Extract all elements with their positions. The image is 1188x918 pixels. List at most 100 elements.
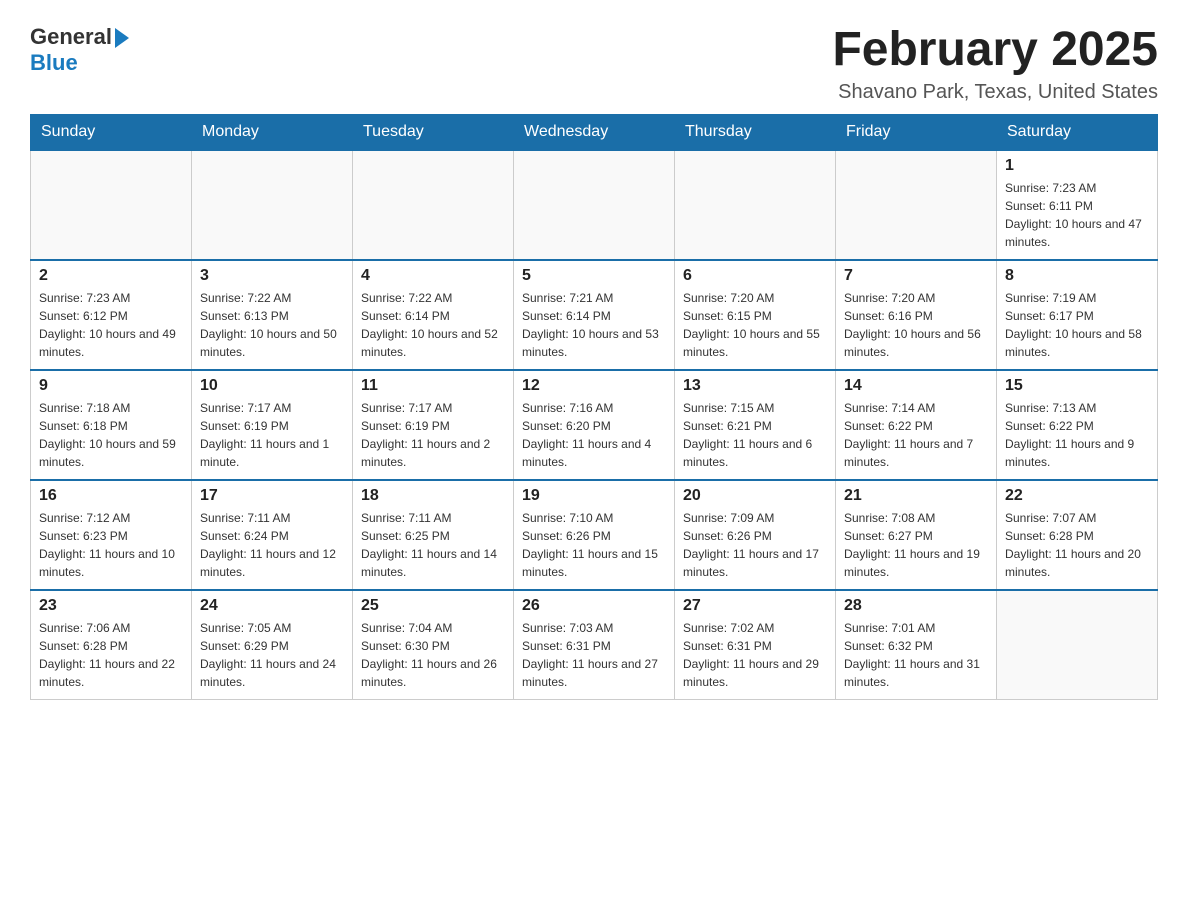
day-info: Sunrise: 7:07 AM Sunset: 6:28 PM Dayligh… xyxy=(1005,509,1149,581)
logo-general-text: General xyxy=(30,24,112,50)
calendar-cell: 10 Sunrise: 7:17 AM Sunset: 6:19 PM Dayli… xyxy=(192,370,353,480)
day-info: Sunrise: 7:02 AM Sunset: 6:31 PM Dayligh… xyxy=(683,619,827,691)
calendar-cell: 12Sunrise: 7:16 AM Sunset: 6:20 PM Dayli… xyxy=(514,370,675,480)
day-info: Sunrise: 7:23 AM Sunset: 6:12 PM Dayligh… xyxy=(39,289,183,361)
calendar-cell xyxy=(997,590,1158,700)
calendar-day-header: Thursday xyxy=(675,114,836,150)
day-number: 5 xyxy=(522,267,666,285)
calendar-cell: 9 Sunrise: 7:18 AM Sunset: 6:18 PM Daylig… xyxy=(31,370,192,480)
day-number: 14 xyxy=(844,377,988,395)
day-number: 26 xyxy=(522,597,666,615)
page-header: General Blue February 2025 Shavano Park,… xyxy=(30,24,1158,104)
calendar-cell: 17 Sunrise: 7:11 AM Sunset: 6:24 PM Dayli… xyxy=(192,480,353,590)
day-info: Sunrise: 7:01 AM Sunset: 6:32 PM Dayligh… xyxy=(844,619,988,691)
day-info: Sunrise: 7:06 AM Sunset: 6:28 PM Dayligh… xyxy=(39,619,183,691)
day-number: 23 xyxy=(39,597,183,615)
day-info: Sunrise: 7:03 AM Sunset: 6:31 PM Dayligh… xyxy=(522,619,666,691)
day-number: 24 xyxy=(200,597,344,615)
day-number: 4 xyxy=(361,267,505,285)
calendar-cell xyxy=(192,150,353,260)
calendar-cell: 6 Sunrise: 7:20 AM Sunset: 6:15 PM Daylig… xyxy=(675,260,836,370)
day-number: 2 xyxy=(39,267,183,285)
calendar-day-header: Tuesday xyxy=(353,114,514,150)
day-info: Sunrise: 7:17 AM Sunset: 6:19 PM Dayligh… xyxy=(361,399,505,471)
calendar-cell: 22 Sunrise: 7:07 AM Sunset: 6:28 PM Dayli… xyxy=(997,480,1158,590)
day-info: Sunrise: 7:11 AM Sunset: 6:24 PM Dayligh… xyxy=(200,509,344,581)
day-number: 9 xyxy=(39,377,183,395)
day-info: Sunrise: 7:19 AM Sunset: 6:17 PM Dayligh… xyxy=(1005,289,1149,361)
calendar-cell: 18 Sunrise: 7:11 AM Sunset: 6:25 PM Dayli… xyxy=(353,480,514,590)
logo: General Blue xyxy=(30,24,129,76)
calendar-cell xyxy=(836,150,997,260)
day-info: Sunrise: 7:14 AM Sunset: 6:22 PM Dayligh… xyxy=(844,399,988,471)
day-number: 27 xyxy=(683,597,827,615)
calendar-week-row: 9 Sunrise: 7:18 AM Sunset: 6:18 PM Daylig… xyxy=(31,370,1158,480)
day-number: 15 xyxy=(1005,377,1149,395)
day-number: 19 xyxy=(522,487,666,505)
day-number: 10 xyxy=(200,377,344,395)
day-number: 17 xyxy=(200,487,344,505)
location-title: Shavano Park, Texas, United States xyxy=(832,81,1158,104)
calendar-cell: 20Sunrise: 7:09 AM Sunset: 6:26 PM Dayli… xyxy=(675,480,836,590)
day-info: Sunrise: 7:16 AM Sunset: 6:20 PM Dayligh… xyxy=(522,399,666,471)
calendar-cell: 8 Sunrise: 7:19 AM Sunset: 6:17 PM Daylig… xyxy=(997,260,1158,370)
calendar-week-row: 1 Sunrise: 7:23 AM Sunset: 6:11 PM Daylig… xyxy=(31,150,1158,260)
day-info: Sunrise: 7:18 AM Sunset: 6:18 PM Dayligh… xyxy=(39,399,183,471)
calendar-cell: 1 Sunrise: 7:23 AM Sunset: 6:11 PM Daylig… xyxy=(997,150,1158,260)
day-info: Sunrise: 7:20 AM Sunset: 6:15 PM Dayligh… xyxy=(683,289,827,361)
day-info: Sunrise: 7:13 AM Sunset: 6:22 PM Dayligh… xyxy=(1005,399,1149,471)
calendar-cell: 15 Sunrise: 7:13 AM Sunset: 6:22 PM Dayli… xyxy=(997,370,1158,480)
day-number: 16 xyxy=(39,487,183,505)
calendar-cell: 4Sunrise: 7:22 AM Sunset: 6:14 PM Daylig… xyxy=(353,260,514,370)
calendar-cell xyxy=(353,150,514,260)
calendar-cell: 19Sunrise: 7:10 AM Sunset: 6:26 PM Dayli… xyxy=(514,480,675,590)
calendar-cell: 5 Sunrise: 7:21 AM Sunset: 6:14 PM Daylig… xyxy=(514,260,675,370)
calendar-cell: 28Sunrise: 7:01 AM Sunset: 6:32 PM Dayli… xyxy=(836,590,997,700)
calendar-week-row: 23 Sunrise: 7:06 AM Sunset: 6:28 PM Dayli… xyxy=(31,590,1158,700)
calendar-day-header: Wednesday xyxy=(514,114,675,150)
day-number: 6 xyxy=(683,267,827,285)
calendar-cell: 26 Sunrise: 7:03 AM Sunset: 6:31 PM Dayli… xyxy=(514,590,675,700)
day-number: 21 xyxy=(844,487,988,505)
calendar-week-row: 16 Sunrise: 7:12 AM Sunset: 6:23 PM Dayli… xyxy=(31,480,1158,590)
calendar-cell: 24 Sunrise: 7:05 AM Sunset: 6:29 PM Dayli… xyxy=(192,590,353,700)
calendar-cell: 27 Sunrise: 7:02 AM Sunset: 6:31 PM Dayli… xyxy=(675,590,836,700)
day-number: 8 xyxy=(1005,267,1149,285)
day-info: Sunrise: 7:23 AM Sunset: 6:11 PM Dayligh… xyxy=(1005,179,1149,251)
calendar-day-header: Saturday xyxy=(997,114,1158,150)
day-number: 20 xyxy=(683,487,827,505)
calendar-week-row: 2 Sunrise: 7:23 AM Sunset: 6:12 PM Daylig… xyxy=(31,260,1158,370)
calendar-cell xyxy=(514,150,675,260)
day-number: 3 xyxy=(200,267,344,285)
calendar-cell: 11 Sunrise: 7:17 AM Sunset: 6:19 PM Dayli… xyxy=(353,370,514,480)
calendar-header-row: SundayMondayTuesdayWednesdayThursdayFrid… xyxy=(31,114,1158,150)
day-info: Sunrise: 7:21 AM Sunset: 6:14 PM Dayligh… xyxy=(522,289,666,361)
day-number: 1 xyxy=(1005,157,1149,175)
calendar-day-header: Sunday xyxy=(31,114,192,150)
day-number: 11 xyxy=(361,377,505,395)
calendar-cell: 23 Sunrise: 7:06 AM Sunset: 6:28 PM Dayli… xyxy=(31,590,192,700)
calendar-cell: 14 Sunrise: 7:14 AM Sunset: 6:22 PM Dayli… xyxy=(836,370,997,480)
day-info: Sunrise: 7:22 AM Sunset: 6:13 PM Dayligh… xyxy=(200,289,344,361)
calendar-cell: 25 Sunrise: 7:04 AM Sunset: 6:30 PM Dayli… xyxy=(353,590,514,700)
calendar-cell xyxy=(675,150,836,260)
day-info: Sunrise: 7:11 AM Sunset: 6:25 PM Dayligh… xyxy=(361,509,505,581)
calendar-cell: 16 Sunrise: 7:12 AM Sunset: 6:23 PM Dayli… xyxy=(31,480,192,590)
day-info: Sunrise: 7:05 AM Sunset: 6:29 PM Dayligh… xyxy=(200,619,344,691)
calendar-cell xyxy=(31,150,192,260)
day-info: Sunrise: 7:08 AM Sunset: 6:27 PM Dayligh… xyxy=(844,509,988,581)
calendar-table: SundayMondayTuesdayWednesdayThursdayFrid… xyxy=(30,114,1158,701)
day-number: 22 xyxy=(1005,487,1149,505)
calendar-day-header: Monday xyxy=(192,114,353,150)
day-info: Sunrise: 7:12 AM Sunset: 6:23 PM Dayligh… xyxy=(39,509,183,581)
calendar-cell: 13Sunrise: 7:15 AM Sunset: 6:21 PM Dayli… xyxy=(675,370,836,480)
day-info: Sunrise: 7:17 AM Sunset: 6:19 PM Dayligh… xyxy=(200,399,344,471)
day-info: Sunrise: 7:20 AM Sunset: 6:16 PM Dayligh… xyxy=(844,289,988,361)
month-title: February 2025 xyxy=(832,24,1158,77)
day-number: 18 xyxy=(361,487,505,505)
day-number: 25 xyxy=(361,597,505,615)
day-info: Sunrise: 7:04 AM Sunset: 6:30 PM Dayligh… xyxy=(361,619,505,691)
logo-arrow-icon xyxy=(115,28,129,48)
calendar-day-header: Friday xyxy=(836,114,997,150)
title-section: February 2025 Shavano Park, Texas, Unite… xyxy=(832,24,1158,104)
